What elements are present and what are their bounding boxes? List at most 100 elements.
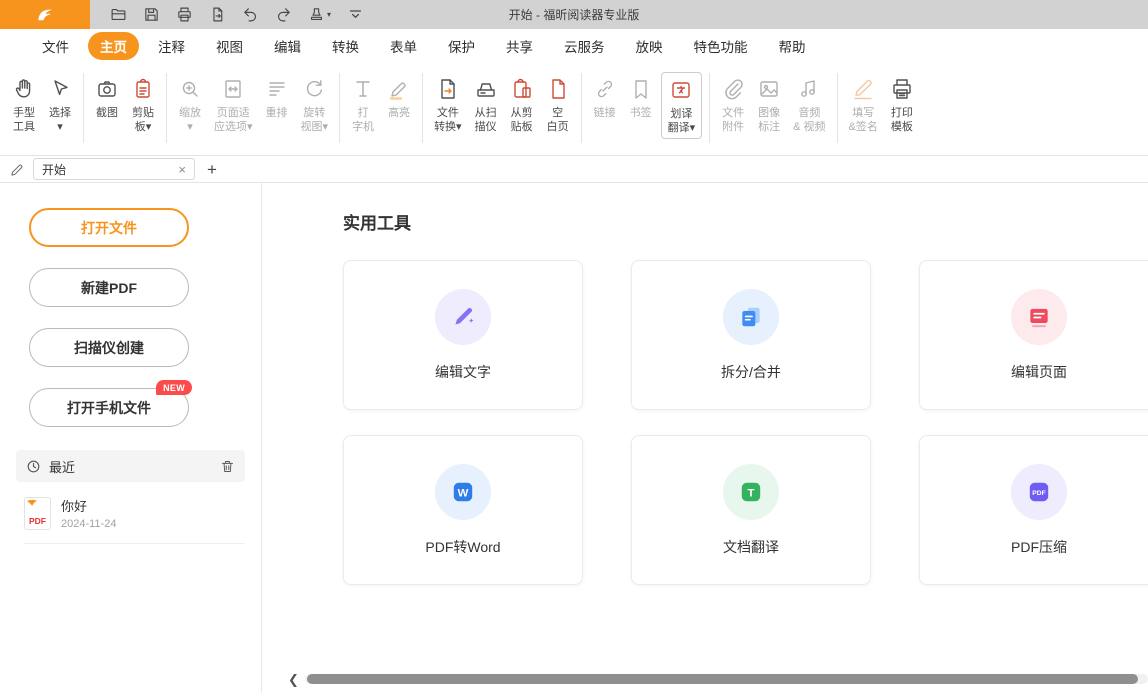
clipboard-button[interactable]: 剪贴 板▾ [125,72,161,137]
card-pdf-compress[interactable]: PDF PDF压缩 [919,435,1148,585]
close-tab-icon[interactable]: × [178,163,186,176]
menu-tab-comment[interactable]: 注释 [146,32,197,60]
fox-icon [33,6,57,24]
card-split-merge[interactable]: 拆分/合并 [631,260,871,410]
menu-tab-edit[interactable]: 编辑 [262,32,313,60]
card-pdf-to-word[interactable]: W PDF转Word [343,435,583,585]
card-doc-translate[interactable]: T 文档翻译 [631,435,871,585]
ribbon-toolbar: 手型 工具 选择 ▾ 截图 剪贴 板▾ 缩放 ▾ [0,62,1148,156]
menu-tab-cloud[interactable]: 云服务 [552,32,617,60]
clock-icon [26,459,41,474]
menu-tab-features[interactable]: 特色功能 [682,32,760,60]
undo-icon[interactable] [242,6,259,23]
card-icon-circle: W [435,464,491,520]
from-clipboard-icon [510,75,534,103]
card-edit-pages[interactable]: 编辑页面 [919,260,1148,410]
hand-tool-button[interactable]: 手型 工具 [6,72,42,137]
trash-icon[interactable] [220,459,235,474]
select-tool-icon [48,75,72,103]
ribbon-item-label: 截图 [96,106,118,120]
ribbon-separator [83,73,84,143]
ribbon-separator [837,73,838,143]
audio-video-icon [797,75,821,103]
typewriter-button[interactable]: 打 字机 [345,72,381,137]
ribbon-item-label: 音频 & 视频 [793,106,825,134]
zoom-button[interactable]: 缩放 ▾ [172,72,208,137]
file-attachment-button[interactable]: 文件 附件 [715,72,751,137]
recent-file-meta: 你好 2024-11-24 [61,496,116,530]
ribbon-item-label: 打 字机 [352,106,374,134]
main-panel: 实用工具 编辑文字 拆分/合并 [262,183,1148,693]
redo-icon[interactable] [275,6,292,23]
ribbon-item-label: 书签 [630,106,652,120]
link-button[interactable]: 链接 [587,72,623,123]
recent-file-item[interactable]: PDF 你好 2024-11-24 [24,496,245,544]
ribbon-item-label: 填写 &签名 [849,106,878,134]
menu-tab-convert[interactable]: 转换 [320,32,371,60]
ribbon-item-label: 从剪 贴板 [511,106,533,134]
scrollbar-thumb[interactable] [307,674,1138,684]
menu-tab-form[interactable]: 表单 [378,32,429,60]
blank-page-button[interactable]: 空 白页 [540,72,576,137]
scroll-left-icon[interactable]: ❮ [288,673,299,686]
convert-file-button[interactable]: 文件 转换▾ [428,72,468,137]
open-folder-icon[interactable] [110,6,127,23]
menu-tab-slideshow[interactable]: 放映 [624,32,675,60]
document-tab-start[interactable]: 开始 × [33,158,195,180]
save-icon[interactable] [143,6,160,23]
snapshot-button[interactable]: 截图 [89,72,125,123]
foxit-logo[interactable] [0,0,90,29]
svg-text:W: W [458,487,469,499]
translate-button[interactable]: 划译 翻译▾ [661,72,703,139]
audio-video-button[interactable]: 音频 & 视频 [787,72,831,137]
split-merge-icon [738,304,764,330]
new-pdf-button[interactable]: 新建PDF [29,268,189,307]
select-tool-button[interactable]: 选择 ▾ [42,72,78,137]
from-scanner-button[interactable]: 从扫 描仪 [468,72,504,137]
menu-tab-help[interactable]: 帮助 [767,32,818,60]
from-clipboard-button[interactable]: 从剪 贴板 [504,72,540,137]
recent-title: 最近 [49,457,75,476]
scrollbar-track[interactable] [305,674,1148,684]
menu-tab-home[interactable]: 主页 [88,32,139,60]
fit-page-button[interactable]: 页面适 应选项▾ [208,72,259,137]
blank-page-icon [546,75,570,103]
ribbon-item-label: 空 白页 [547,106,569,134]
dropdown-caret-icon: ▾ [327,10,331,19]
fill-sign-button[interactable]: 填写 &签名 [843,72,884,137]
ribbon-item-label: 选择 ▾ [49,106,71,134]
rotate-view-icon [302,75,326,103]
print-icon[interactable] [176,6,193,23]
menu-tab-file[interactable]: 文件 [30,32,81,60]
image-annotation-button[interactable]: 图像 标注 [751,72,787,137]
menu-tab-protect[interactable]: 保护 [436,32,487,60]
customize-toolbar-icon[interactable] [347,6,364,23]
highlight-button[interactable]: 高亮 [381,72,417,123]
ribbon-group-media: 文件 附件 图像 标注 音频 & 视频 [715,62,831,155]
card-edit-text[interactable]: 编辑文字 [343,260,583,410]
ribbon-item-label: 划译 翻译▾ [668,107,696,135]
highlight-icon [387,75,411,103]
ribbon-separator [581,73,582,143]
stamp-icon[interactable]: ▾ [308,6,331,23]
clipboard-icon [131,75,155,103]
scanner-create-button[interactable]: 扫描仪创建 [29,328,189,367]
new-tab-icon[interactable]: + [207,161,217,178]
pdf-compress-icon: PDF [1026,479,1052,505]
export-icon[interactable] [209,6,226,23]
ribbon-item-label: 页面适 应选项▾ [214,106,253,134]
svg-text:PDF: PDF [29,516,46,526]
open-file-button[interactable]: 打开文件 [29,208,189,247]
print-template-button[interactable]: 打印 模板 [884,72,920,137]
menu-tab-share[interactable]: 共享 [494,32,545,60]
menu-tab-view[interactable]: 视图 [204,32,255,60]
convert-file-icon [436,75,460,103]
reflow-button[interactable]: 重排 [259,72,295,123]
ribbon-item-label: 图像 标注 [758,106,780,134]
bookmark-button[interactable]: 书签 [623,72,659,123]
open-mobile-file-button[interactable]: 打开手机文件 NEW [29,388,189,427]
ribbon-item-label: 高亮 [388,106,410,120]
pencil-icon[interactable] [10,162,25,177]
rotate-view-button[interactable]: 旋转 视图▾ [295,72,335,137]
ribbon-item-label: 文件 附件 [722,106,744,134]
